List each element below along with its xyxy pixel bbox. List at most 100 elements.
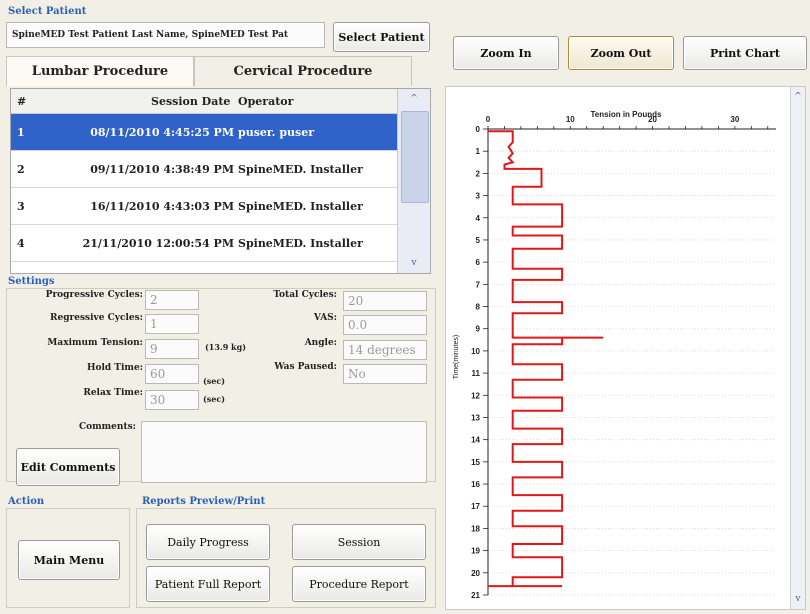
- maximum-tension-unit: (13.9 kg): [205, 342, 246, 352]
- tension-chart-svg: Tension in Pounds Time(minutes) 0 10 20 30 …: [453, 110, 776, 600]
- y-tick-label: 3: [476, 192, 481, 201]
- chart-axes: [487, 128, 776, 595]
- vas-label: VAS:: [313, 313, 337, 323]
- tab-lumbar-procedure[interactable]: Lumbar Procedure: [6, 56, 194, 86]
- scroll-up-icon[interactable]: ^: [398, 91, 430, 107]
- table-row[interactable]: 1 08/11/2010 4:45:25 PM puser. puser: [11, 114, 399, 151]
- row-operator: SpineMED. Installer: [238, 236, 363, 250]
- row-session-date: 21/11/2010 12:00:54 PM: [82, 236, 234, 250]
- chart-y-axis-label: Time(minutes): [453, 335, 460, 379]
- column-header-session-date: Session Date: [151, 94, 231, 108]
- action-section-title: Action: [8, 496, 45, 507]
- comments-label: Comments:: [78, 422, 136, 432]
- scrollbar-thumb[interactable]: [401, 111, 429, 203]
- zoom-out-button[interactable]: Zoom Out: [568, 36, 674, 70]
- row-number: 5: [17, 262, 25, 273]
- y-tick-label: 18: [471, 524, 480, 533]
- y-tick-label: 6: [476, 258, 481, 267]
- y-tick-label: 13: [471, 413, 480, 422]
- relax-time-label: Relax Time:: [83, 388, 143, 398]
- edit-comments-button[interactable]: Edit Comments: [16, 448, 120, 486]
- row-session-date: 16/11/2010 4:43:03 PM: [90, 199, 234, 213]
- x-tick-label: 0: [486, 115, 491, 124]
- relax-time-field[interactable]: 30: [145, 390, 199, 410]
- zoom-in-button[interactable]: Zoom In: [453, 36, 559, 70]
- chart-grid: [488, 128, 776, 596]
- chart-scroll-up-icon[interactable]: ^: [791, 89, 805, 105]
- y-tick-label: 9: [476, 325, 481, 334]
- row-number: 1: [17, 125, 25, 139]
- select-patient-section-title: Select Patient: [8, 6, 87, 17]
- sessions-scrollbar[interactable]: ^ v: [397, 89, 430, 273]
- y-tick-label: 14: [471, 436, 480, 445]
- y-tick-label: 20: [471, 569, 480, 578]
- row-operator: SpineMED. Installer: [238, 162, 363, 176]
- y-tick-label: 19: [471, 547, 480, 556]
- regressive-cycles-label: Regressive Cycles:: [49, 313, 143, 323]
- vas-field[interactable]: 0.0: [343, 315, 427, 335]
- row-operator: puser. puser: [238, 125, 315, 139]
- y-tick-label: 16: [471, 480, 480, 489]
- daily-progress-button[interactable]: Daily Progress: [146, 524, 270, 560]
- reports-section-title: Reports Preview/Print: [142, 496, 266, 507]
- row-number: 2: [17, 162, 25, 176]
- progressive-cycles-field[interactable]: 2: [145, 290, 199, 310]
- tension-chart: Tension in Pounds Time(minutes) 0 10 20 30 …: [445, 86, 806, 610]
- main-menu-button[interactable]: Main Menu: [18, 540, 120, 580]
- hold-time-field[interactable]: 60: [145, 364, 199, 384]
- table-row[interactable]: 5 21/11/2010 12:47:04 PM SpineMED. Insta…: [11, 262, 399, 273]
- column-header-operator: Operator: [238, 94, 294, 108]
- was-paused-label: Was Paused:: [274, 362, 337, 372]
- print-chart-button[interactable]: Print Chart: [683, 36, 807, 70]
- comments-field[interactable]: [141, 421, 427, 483]
- scroll-down-icon[interactable]: v: [398, 255, 430, 271]
- y-tick-label: 8: [476, 303, 481, 312]
- y-tick-label: 2: [476, 169, 481, 178]
- table-header: # Session Date Operator: [11, 89, 399, 114]
- table-row[interactable]: 2 09/11/2010 4:38:49 PM SpineMED. Instal…: [11, 151, 399, 188]
- table-row[interactable]: 4 21/11/2010 12:00:54 PM SpineMED. Insta…: [11, 225, 399, 262]
- row-operator: SpineMED. Installer: [238, 262, 363, 273]
- total-cycles-field[interactable]: 20: [343, 291, 427, 311]
- maximum-tension-field[interactable]: 9: [145, 339, 199, 359]
- chart-scrollbar[interactable]: ^ v: [790, 87, 805, 609]
- select-patient-button[interactable]: Select Patient: [333, 22, 430, 52]
- row-session-date: 09/11/2010 4:38:49 PM: [90, 162, 234, 176]
- chart-scroll-down-icon[interactable]: v: [791, 591, 805, 607]
- y-tick-label: 5: [476, 236, 481, 245]
- y-tick-label: 1: [476, 147, 481, 156]
- relax-time-unit: (sec): [203, 394, 226, 404]
- row-number: 3: [17, 199, 25, 213]
- tab-cervical-procedure[interactable]: Cervical Procedure: [194, 56, 412, 86]
- y-tick-label: 0: [476, 125, 481, 134]
- y-tick-label: 11: [472, 369, 481, 378]
- row-number: 4: [17, 236, 25, 250]
- settings-section-title: Settings: [8, 276, 55, 287]
- tension-trace-line: [488, 130, 604, 588]
- y-tick-label: 10: [471, 347, 480, 356]
- patient-full-report-button[interactable]: Patient Full Report: [146, 566, 270, 602]
- table-row[interactable]: 3 16/11/2010 4:43:03 PM SpineMED. Instal…: [11, 188, 399, 225]
- procedure-report-button[interactable]: Procedure Report: [292, 566, 426, 602]
- session-report-button[interactable]: Session: [292, 524, 426, 560]
- patient-name-field: SpineMED Test Patient Last Name, SpineME…: [6, 22, 325, 48]
- row-operator: SpineMED. Installer: [238, 199, 363, 213]
- y-tick-label: 7: [476, 280, 481, 289]
- sessions-table: # Session Date Operator 1 08/11/2010 4:4…: [10, 88, 431, 274]
- chart-y-ticks: 0123456789101112131415161718192021: [471, 125, 488, 600]
- y-tick-label: 21: [471, 591, 480, 600]
- angle-field[interactable]: 14 degrees: [343, 340, 427, 360]
- y-tick-label: 15: [471, 458, 480, 467]
- row-session-date: 21/11/2010 12:47:04 PM: [83, 262, 234, 273]
- angle-label: Angle:: [304, 338, 337, 348]
- was-paused-field[interactable]: No: [343, 364, 427, 384]
- hold-time-unit: (sec): [203, 376, 226, 386]
- maximum-tension-label: Maximum Tension:: [47, 338, 143, 348]
- hold-time-label: Hold Time:: [86, 363, 143, 373]
- y-tick-label: 12: [471, 391, 480, 400]
- x-tick-label: 30: [730, 115, 739, 124]
- column-header-number: #: [17, 94, 27, 108]
- regressive-cycles-field[interactable]: 1: [145, 314, 199, 334]
- y-tick-label: 17: [471, 502, 480, 511]
- total-cycles-label: Total Cycles:: [273, 290, 337, 300]
